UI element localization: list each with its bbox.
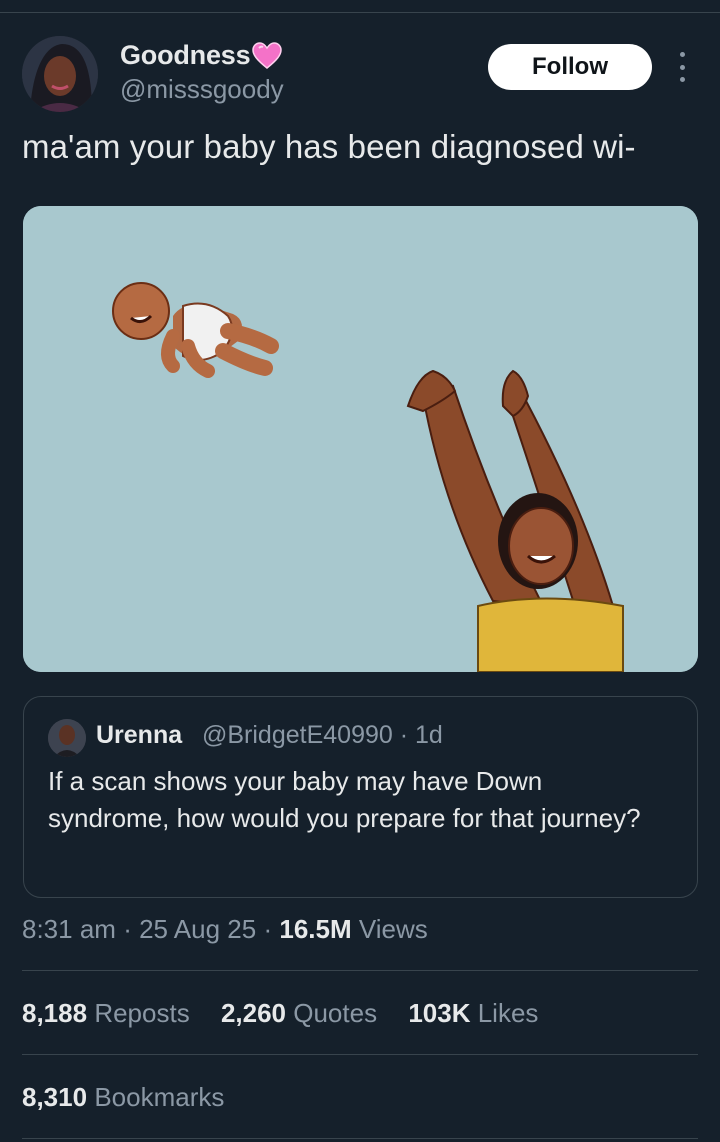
tweet-text: ma'am your baby has been diagnosed wi- bbox=[22, 128, 636, 165]
engagement-stats: 8,188 Reposts 2,260 Quotes 103K Likes bbox=[22, 998, 562, 1029]
quotes-stat[interactable]: 2,260 Quotes bbox=[221, 998, 377, 1029]
likes-stat[interactable]: 103K Likes bbox=[408, 998, 538, 1029]
quote-meta: @BridgetE40990 · 1d bbox=[202, 721, 443, 750]
divider-bottom bbox=[22, 1138, 698, 1139]
author-handle[interactable]: @misssgoody bbox=[120, 74, 284, 105]
views-label: Views bbox=[358, 914, 428, 944]
likes-label: Likes bbox=[477, 998, 539, 1028]
top-divider bbox=[0, 12, 720, 13]
tweet-media-image[interactable] bbox=[23, 206, 698, 672]
divider-stats-top bbox=[22, 970, 698, 971]
quote-text: If a scan shows your baby may have Down … bbox=[48, 766, 641, 833]
divider-bookmarks-top bbox=[22, 1054, 698, 1055]
timestamp-row: 8:31 am · 25 Aug 25 · 16.5M Views bbox=[22, 914, 428, 945]
quote-author-name[interactable]: Urenna bbox=[96, 721, 182, 750]
quoted-tweet-card[interactable]: Urenna @BridgetE40990 · 1d If a scan sho… bbox=[23, 696, 698, 898]
reposts-label: Reposts bbox=[94, 998, 190, 1028]
more-options-icon[interactable] bbox=[672, 52, 692, 82]
author-display-name[interactable]: Goodness bbox=[120, 40, 283, 71]
bookmarks-count: 8,310 bbox=[22, 1082, 88, 1112]
tweet-date[interactable]: 25 Aug 25 bbox=[139, 914, 256, 944]
author-avatar[interactable] bbox=[22, 36, 98, 112]
quote-author-avatar[interactable] bbox=[48, 719, 86, 757]
reposts-count: 8,188 bbox=[22, 998, 88, 1028]
pink-heart-icon bbox=[252, 41, 283, 70]
quote-author-handle[interactable]: @BridgetE40990 bbox=[202, 721, 393, 749]
quotes-count: 2,260 bbox=[220, 998, 287, 1028]
tweet-time[interactable]: 8:31 am bbox=[22, 914, 116, 944]
quote-time: 1d bbox=[415, 721, 443, 749]
quote-separator: · bbox=[399, 721, 409, 749]
tweet-page: Goodness @misssgoody Follow ma'am your b… bbox=[0, 0, 720, 1142]
views-count: 16.5M bbox=[279, 914, 352, 944]
meta-dot-2: · bbox=[263, 914, 273, 944]
reposts-stat[interactable]: 8,188 Reposts bbox=[22, 998, 190, 1029]
bookmarks-label: Bookmarks bbox=[94, 1082, 225, 1112]
meta-dot-1: · bbox=[123, 914, 132, 944]
likes-count: 103K bbox=[408, 998, 471, 1028]
bookmarks-stat[interactable]: 8,310 Bookmarks bbox=[22, 1082, 224, 1113]
author-name-text: Goodness bbox=[120, 40, 251, 70]
follow-button[interactable]: Follow bbox=[488, 44, 652, 90]
quotes-label: Quotes bbox=[293, 998, 378, 1028]
